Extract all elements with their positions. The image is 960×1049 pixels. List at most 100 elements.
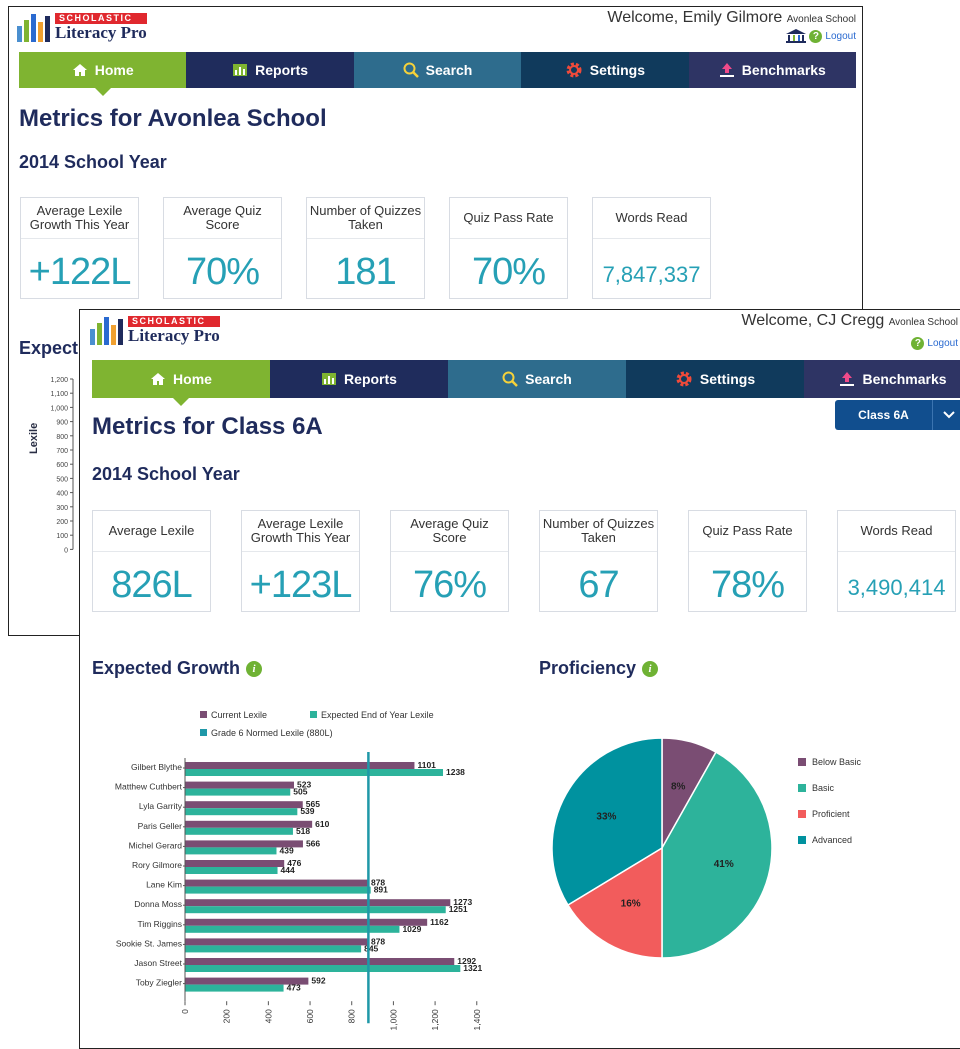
- logout-link[interactable]: Logout: [927, 338, 958, 349]
- nav-benchmarks-label: Benchmarks: [741, 62, 826, 78]
- top-links: ? Logout: [786, 29, 856, 43]
- bar-value-label: 1101: [417, 760, 436, 770]
- metric-label: Words Read: [838, 511, 955, 552]
- category-label: Paris Geller: [138, 821, 183, 831]
- metric-card: Average Lexile Growth This Year +122L: [20, 197, 139, 299]
- metric-value: 7,847,337: [602, 262, 701, 287]
- metric-card: Average Quiz Score 70%: [163, 197, 282, 299]
- y-tick-label: 200: [56, 519, 68, 526]
- gear-icon: [566, 62, 582, 78]
- y-tick-label: 0: [64, 547, 68, 554]
- y-tick-label: 900: [56, 420, 68, 427]
- welcome-message: Welcome, CJ Cregg Avonlea School: [741, 312, 958, 330]
- metric-value: 70%: [471, 251, 546, 293]
- metric-value: 67: [578, 564, 619, 606]
- bar-value-label: 592: [311, 976, 325, 986]
- metric-label: Number of Quizzes Taken: [307, 198, 424, 239]
- nav-search[interactable]: Search: [448, 360, 626, 398]
- nav-reports-label: Reports: [344, 371, 397, 387]
- legend-swatch: [200, 729, 207, 736]
- category-label: Tim Riggins: [137, 919, 182, 929]
- bar-value-label: 444: [281, 865, 295, 875]
- nav-home-label: Home: [94, 62, 134, 78]
- page-title: Metrics for Class 6A: [92, 413, 323, 440]
- nav-settings-label: Settings: [589, 62, 646, 78]
- y-tick-label: 100: [56, 533, 68, 540]
- upload-icon: [840, 372, 855, 386]
- nav-search-label: Search: [525, 371, 572, 387]
- metric-label: Average Lexile: [93, 511, 210, 552]
- y-tick-label: 800: [56, 434, 68, 441]
- nav-reports[interactable]: Reports: [270, 360, 448, 398]
- bar-value-label: 473: [287, 983, 301, 993]
- metric-value: 70%: [185, 251, 260, 293]
- info-icon[interactable]: i: [246, 660, 263, 677]
- class-select[interactable]: Class 6A: [835, 400, 960, 430]
- metric-label: Quiz Pass Rate: [689, 511, 806, 552]
- metric-label: Number of Quizzes Taken: [540, 511, 657, 552]
- welcome-text: Welcome, Emily Gilmore: [607, 9, 783, 26]
- metric-value: 78%: [710, 564, 785, 606]
- school-icon[interactable]: [786, 29, 807, 43]
- y-tick-label: 700: [56, 448, 68, 455]
- proficiency-title: Proficiency i: [539, 658, 659, 679]
- bar-current-lexile: [185, 958, 455, 965]
- nav-benchmarks[interactable]: Benchmarks: [688, 52, 857, 88]
- metric-label: Words Read: [593, 198, 710, 239]
- nav-home[interactable]: Home: [19, 52, 187, 96]
- category-label: Rory Gilmore: [132, 860, 182, 870]
- bar-expected-lexile: [185, 827, 293, 835]
- school-name: Avonlea School: [888, 317, 958, 328]
- logout-link[interactable]: Logout: [825, 31, 856, 42]
- nav-search[interactable]: Search: [353, 52, 522, 88]
- bar-value-label: 845: [364, 943, 378, 953]
- bar-value-label: 610: [315, 819, 329, 829]
- nav-settings[interactable]: Settings: [521, 52, 689, 88]
- nav-benchmarks-label: Benchmarks: [862, 371, 947, 387]
- nav-benchmarks[interactable]: Benchmarks: [804, 360, 960, 398]
- metric-card: Average Lexile 826L: [92, 510, 211, 612]
- bar-current-lexile: [185, 938, 368, 946]
- metric-value: +123L: [249, 564, 353, 606]
- info-icon[interactable]: i: [642, 660, 659, 677]
- literacy-pro-logo[interactable]: SCHOLASTIC Literacy Pro: [17, 13, 147, 42]
- y-tick-label: 1,200: [50, 377, 68, 384]
- bar-value-label: 1251: [449, 904, 468, 914]
- bar-value-label: 505: [293, 787, 307, 797]
- y-tick-label: 500: [56, 476, 68, 483]
- chevron-down-icon[interactable]: [932, 400, 960, 430]
- metric-card: Average Lexile Growth This Year +123L: [241, 510, 360, 612]
- bar-current-lexile: [185, 762, 415, 769]
- category-label: Michel Gerard: [129, 840, 183, 850]
- help-icon[interactable]: ?: [911, 337, 925, 350]
- nav-home[interactable]: Home: [92, 360, 270, 406]
- nav-settings[interactable]: Settings: [626, 360, 804, 398]
- bar-chart-icon: [233, 64, 248, 76]
- metric-label: Average Quiz Score: [164, 198, 281, 239]
- nav-reports[interactable]: Reports: [186, 52, 354, 88]
- main-nav: Home Reports Search Settings Benchmarks: [92, 360, 960, 406]
- pie-value-label: 33%: [596, 812, 616, 823]
- school-name: Avonlea School: [786, 14, 856, 25]
- nav-search-label: Search: [425, 62, 473, 78]
- bar-value-label: 439: [279, 845, 293, 855]
- bar-current-lexile: [185, 820, 313, 828]
- bar-value-label: 1029: [402, 924, 421, 934]
- legend-swatch: [798, 810, 806, 818]
- legend-label: Current Lexile: [211, 710, 267, 720]
- metric-card: Number of Quizzes Taken 181: [306, 197, 425, 299]
- literacy-pro-logo[interactable]: SCHOLASTIC Literacy Pro: [90, 316, 220, 345]
- help-icon[interactable]: ?: [809, 29, 823, 43]
- x-tick-label: 1,000: [388, 1009, 398, 1031]
- legend-swatch: [200, 711, 207, 718]
- x-tick-label: 1,200: [430, 1009, 440, 1031]
- legend-swatch: [798, 836, 806, 844]
- legend-label: Below Basic: [812, 757, 862, 767]
- pie-value-label: 41%: [714, 859, 734, 870]
- metric-value: +122L: [28, 251, 132, 293]
- logo-bars-icon: [17, 14, 50, 42]
- metric-label: Average Quiz Score: [391, 511, 508, 552]
- bar-value-label: 1162: [430, 917, 449, 927]
- legend-label: Proficient: [812, 809, 850, 819]
- metric-card: Average Quiz Score 76%: [390, 510, 509, 612]
